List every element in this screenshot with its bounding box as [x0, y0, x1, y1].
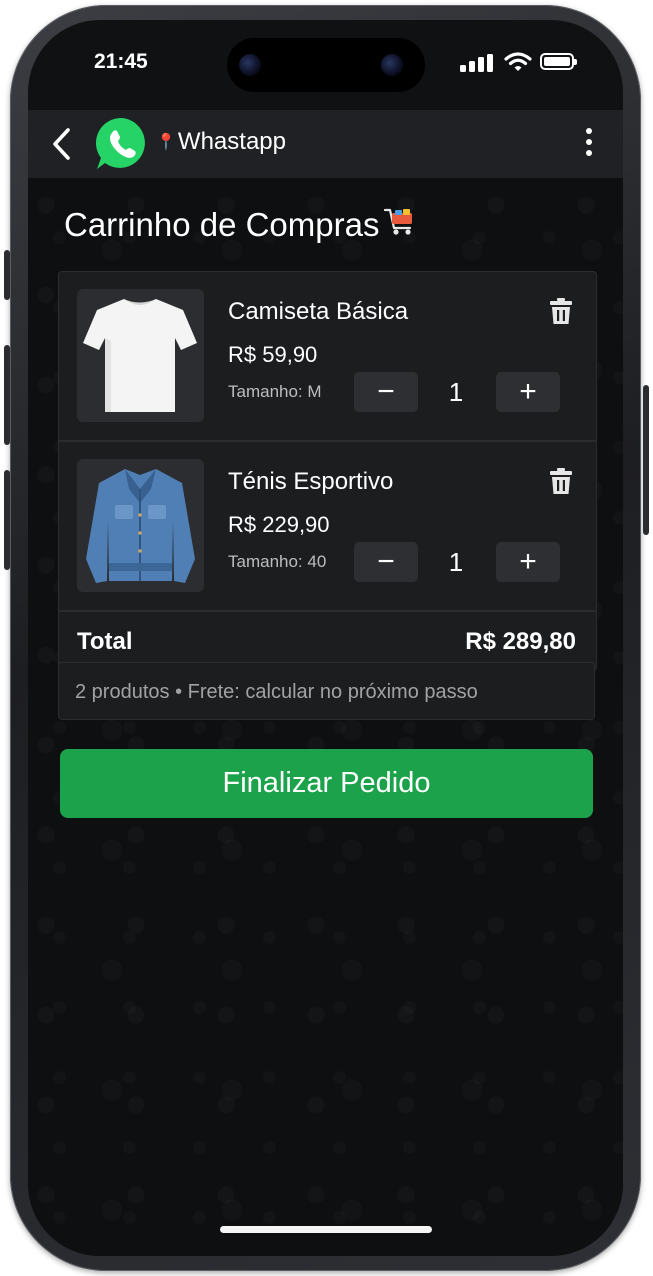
summary-text: 2 produtos • Frete: calcular no próximo …	[75, 681, 478, 703]
item-price: R$ 229,90	[228, 512, 330, 537]
item-price: R$ 59,90	[228, 342, 318, 367]
volume-up-button	[4, 345, 10, 445]
quantity-value: 1	[448, 376, 464, 407]
status-bar: 21:45	[28, 20, 623, 110]
status-time: 21:45	[94, 50, 148, 73]
wifi-icon	[504, 52, 532, 71]
total-value: R$ 289,80	[465, 628, 576, 655]
trash-icon[interactable]	[549, 467, 573, 495]
chat-name: Whastapp	[177, 128, 286, 155]
battery-icon	[540, 53, 577, 70]
page-title-text: Carrinho de Compras	[64, 206, 380, 243]
home-indicator[interactable]	[220, 1226, 432, 1233]
power-button	[643, 385, 649, 535]
quantity-increase-button[interactable]: +	[496, 372, 560, 412]
item-size: Tamanho: M	[228, 382, 322, 401]
trash-icon[interactable]	[549, 297, 573, 325]
quantity-decrease-button[interactable]: −	[354, 542, 418, 582]
checkout-button[interactable]: Finalizar Pedido	[60, 749, 593, 818]
camera-lens-icon	[381, 54, 403, 76]
quantity-decrease-button[interactable]: −	[354, 372, 418, 412]
quantity-increase-button[interactable]: +	[496, 542, 560, 582]
item-name: Camiseta Básica	[228, 298, 409, 325]
pin-icon: 📍	[156, 134, 176, 151]
cart-item: Camiseta Básica R$ 59,90 Tamanho: M − 1 …	[59, 272, 596, 442]
screen: 21:45 📍 Whastapp Carrinho de Compras Cam…	[28, 20, 623, 1256]
item-name: Ténis Esportivo	[228, 468, 394, 495]
menu-dots-icon[interactable]	[581, 124, 597, 164]
signal-icon	[460, 54, 493, 72]
product-image-jacket	[77, 459, 204, 592]
order-summary: 2 produtos • Frete: calcular no próximo …	[58, 662, 595, 720]
quantity-value: 1	[448, 546, 464, 577]
header-title: 📍 Whastapp	[156, 128, 286, 156]
product-image-tshirt	[77, 289, 204, 422]
cart-item: Ténis Esportivo R$ 229,90 Tamanho: 40 − …	[59, 442, 596, 612]
volume-down-button	[4, 470, 10, 570]
app-header: 📍 Whastapp	[28, 110, 623, 178]
back-chevron-icon[interactable]	[48, 126, 76, 162]
camera-lens-icon	[239, 54, 261, 76]
total-label: Total	[77, 628, 133, 655]
item-size: Tamanho: 40	[228, 552, 327, 571]
page-title: Carrinho de Compras	[64, 204, 417, 246]
action-button	[4, 250, 10, 300]
whatsapp-logo-icon[interactable]	[92, 114, 152, 174]
cart-card: Camiseta Básica R$ 59,90 Tamanho: M − 1 …	[58, 271, 597, 671]
cart-icon	[383, 204, 417, 246]
dynamic-island	[227, 38, 425, 92]
